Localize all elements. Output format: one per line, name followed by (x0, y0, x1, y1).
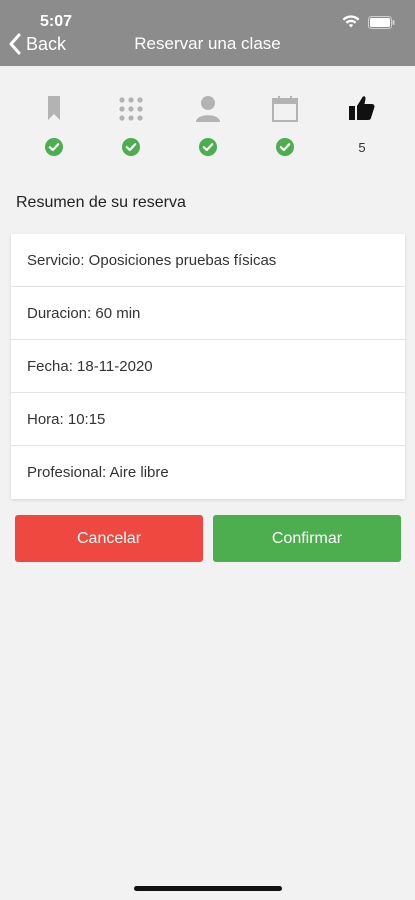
summary-row-fecha: Fecha: 18-11-2020 (11, 340, 405, 393)
page-title: Reservar una clase (134, 34, 281, 53)
grid-icon (119, 97, 143, 121)
summary-row-hora: Hora: 10:15 (11, 393, 405, 446)
step-number: 5 (358, 140, 366, 155)
status-time: 5:07 (40, 13, 73, 30)
bookmark-icon (48, 96, 60, 120)
summary-card: Servicio: Oposiciones pruebas físicas Du… (11, 234, 405, 499)
home-indicator[interactable] (134, 886, 282, 891)
status-icons (342, 14, 395, 30)
step-3[interactable] (188, 92, 228, 162)
summary-row-servicio: Servicio: Oposiciones pruebas físicas (11, 234, 405, 287)
nav-header: 5:07 Back Reservar una clase (0, 0, 415, 66)
person-icon (196, 96, 220, 122)
thumbs-up-icon (349, 96, 375, 120)
check-circle-icon (276, 138, 294, 156)
calendar-icon (272, 96, 298, 122)
check-circle-icon (122, 138, 140, 156)
check-circle-icon (199, 138, 217, 156)
summary-title: Resumen de su reserva (16, 194, 186, 211)
check-circle-icon (45, 138, 63, 156)
cancel-button[interactable]: Cancelar (15, 515, 203, 562)
summary-row-profesional: Profesional: Aire libre (27, 464, 169, 481)
confirm-button[interactable]: Confirmar (213, 515, 401, 562)
step-2[interactable] (111, 92, 151, 162)
summary-row-duracion: Duracion: 60 min (11, 287, 405, 340)
step-5[interactable]: 5 (342, 92, 382, 162)
step-indicator: 5 (0, 92, 415, 162)
step-4[interactable] (265, 92, 305, 162)
battery-icon (368, 15, 395, 29)
wifi-icon (342, 15, 360, 28)
step-1[interactable] (34, 92, 74, 162)
